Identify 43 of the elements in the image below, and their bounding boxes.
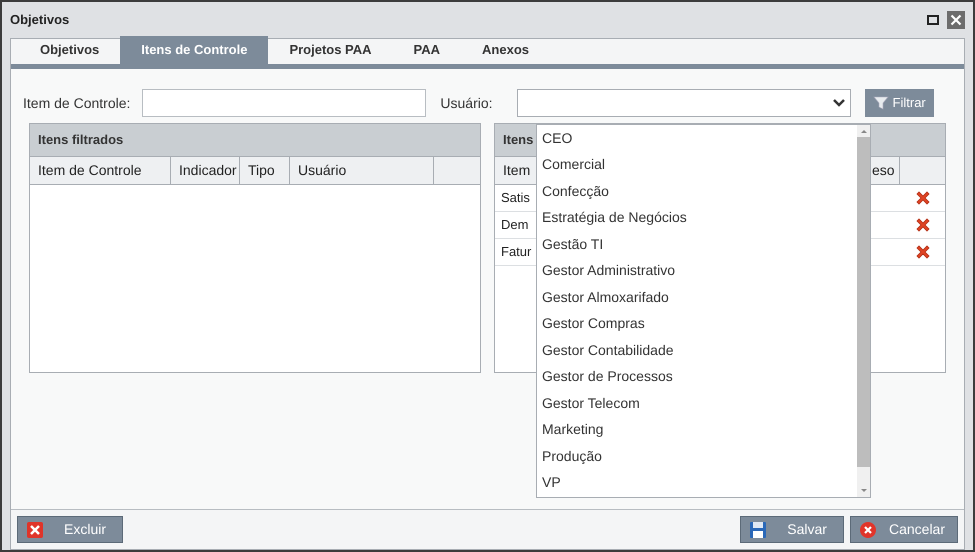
dropdown-option[interactable]: Gestor Compras — [537, 310, 857, 337]
funnel-icon — [872, 95, 889, 111]
column-header: Item de Controle — [30, 157, 171, 184]
dropdown-option[interactable]: VP — [537, 470, 857, 496]
input-field[interactable] — [142, 89, 426, 117]
scrollbar[interactable] — [857, 125, 870, 497]
chevron-down-icon — [832, 99, 845, 107]
tab[interactable]: Projetos PAA — [268, 36, 393, 64]
table-cell-text: Dem — [500, 216, 530, 234]
dropdown-option[interactable]: Gestor Almoxarifado — [537, 284, 857, 310]
column-header: Usuário — [290, 157, 434, 184]
column-header: Tipo — [240, 157, 290, 184]
panel-title: Itens — [503, 131, 534, 150]
dropdown-option[interactable]: Gestor Administrativo — [537, 258, 857, 284]
dropdown-field[interactable] — [516, 89, 851, 117]
table-cell-text: Satis — [500, 189, 531, 208]
delete-icon — [914, 216, 932, 234]
dropdown-option[interactable]: Gestor de Processos — [537, 364, 857, 390]
close-icon — [26, 520, 44, 538]
column-header: Item — [502, 161, 531, 180]
tab[interactable]: Anexos — [461, 36, 550, 64]
dropdown-option[interactable]: Gestor Contabilidade — [537, 337, 857, 364]
dropdown-option[interactable]: Produção — [537, 443, 857, 470]
dropdown-option[interactable]: Marketing — [537, 416, 857, 443]
maximize-icon[interactable] — [927, 15, 939, 25]
column-header: Indicador — [171, 157, 240, 184]
dropdown-option[interactable]: Comercial — [537, 152, 857, 178]
delete-icon — [914, 243, 932, 261]
dropdown-option[interactable]: Estratégia de Negócios — [537, 204, 857, 231]
delete-icon — [914, 189, 932, 207]
close-icon[interactable] — [947, 11, 965, 29]
field-label: Usuário: — [440, 94, 493, 112]
dropdown-option[interactable]: CEO — [537, 125, 857, 152]
window-title: Objetivos — [10, 11, 70, 30]
dropdown-option[interactable]: Gestão TI — [537, 231, 857, 258]
field-label: Item de Controle: — [23, 94, 130, 112]
cancel-icon — [858, 520, 877, 538]
tab[interactable]: Objetivos — [19, 36, 120, 64]
table-cell-text: Fatur — [500, 243, 532, 262]
tab[interactable]: PAA — [392, 36, 462, 64]
dropdown-option[interactable]: Confecção — [537, 178, 857, 204]
panel-title: Itens filtrados — [38, 131, 124, 150]
dropdown-option[interactable]: Gestor Telecom — [537, 390, 857, 416]
